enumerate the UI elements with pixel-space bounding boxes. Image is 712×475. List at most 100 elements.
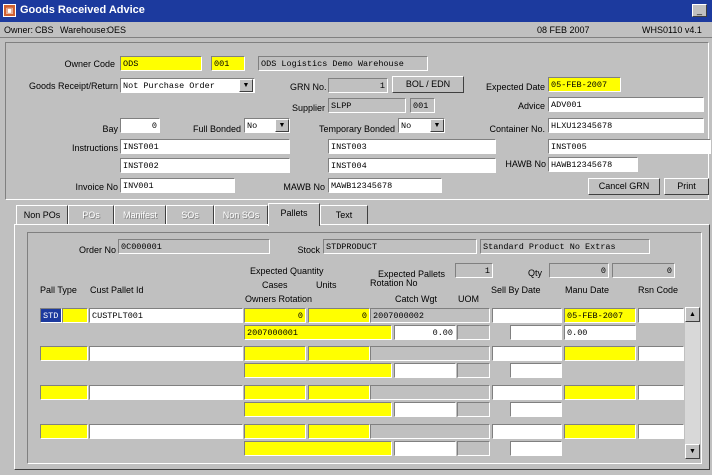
full-bonded-value: No <box>247 121 258 131</box>
catch-wgt-field[interactable] <box>394 402 456 417</box>
units-label: Units <box>316 280 337 290</box>
units-field[interactable] <box>308 424 370 439</box>
catch-wgt-field[interactable]: 0.00 <box>394 325 456 340</box>
cases-field[interactable] <box>244 385 306 400</box>
owner-code-label: Owner Code <box>64 59 115 69</box>
instructions-field-1[interactable]: INST001 <box>120 139 290 154</box>
extra-weight-field[interactable]: 0.00 <box>564 325 636 340</box>
pall-type-field[interactable]: STD <box>40 308 62 323</box>
cust-pallet-id-field[interactable] <box>89 424 243 439</box>
warehouse-info-value: OES <box>107 25 127 35</box>
sell-by-date-field[interactable] <box>492 385 562 400</box>
units-field[interactable] <box>308 385 370 400</box>
chevron-down-icon[interactable]: ▼ <box>239 79 253 92</box>
cases-field[interactable] <box>244 346 306 361</box>
scroll-up-icon[interactable]: ▲ <box>685 307 700 322</box>
owner-info-label: Owner: <box>4 25 34 35</box>
chevron-down-icon[interactable]: ▼ <box>430 119 444 132</box>
receipt-return-label: Goods Receipt/Return <box>28 81 118 91</box>
instructions-field-2[interactable]: INST003 <box>328 139 496 154</box>
tab-non-pos[interactable]: Non POs <box>16 205 68 225</box>
expected-date-field[interactable]: 05-FEB-2007 <box>548 77 621 92</box>
receipt-return-select[interactable]: Not Purchase Order <box>120 78 255 93</box>
tab-non-sos: Non SOs <box>214 205 268 225</box>
hawb-field[interactable]: HAWB12345678 <box>548 157 638 172</box>
cust-pallet-id-field[interactable] <box>89 385 243 400</box>
extra-field[interactable] <box>510 402 562 417</box>
units-field[interactable] <box>308 346 370 361</box>
hawb-label: HAWB No <box>505 159 546 169</box>
sell-by-date-field[interactable] <box>492 346 562 361</box>
expected-quantity-label: Expected Quantity <box>250 266 324 276</box>
cancel-grn-button[interactable]: Cancel GRN <box>588 178 660 195</box>
print-button[interactable]: Print <box>664 178 709 195</box>
owners-rotation-field[interactable] <box>244 441 392 456</box>
pall-type-extra-field[interactable] <box>62 308 88 323</box>
owner-code-suffix-field[interactable]: 001 <box>211 56 245 71</box>
cust-pallet-id-label: Cust Pallet Id <box>90 285 144 295</box>
invoice-no-field[interactable]: INV001 <box>120 178 235 193</box>
extra-field[interactable] <box>510 325 562 340</box>
manu-date-field[interactable] <box>564 346 636 361</box>
owner-code-field[interactable]: ODS <box>120 56 202 71</box>
units-field[interactable]: 0 <box>308 308 370 323</box>
owners-rotation-field[interactable] <box>244 363 392 378</box>
instructions-field-4[interactable]: INST002 <box>120 158 290 173</box>
advice-field[interactable]: ADV001 <box>548 97 704 112</box>
uom-field <box>457 441 490 456</box>
uom-field <box>457 402 490 417</box>
sell-by-date-label: Sell By Date <box>491 285 541 295</box>
rsn-code-field[interactable] <box>638 346 684 361</box>
bay-field[interactable]: 0 <box>120 118 160 133</box>
bay-label: Bay <box>102 124 118 134</box>
rotation-no-label: Rotation No <box>370 278 418 288</box>
sell-by-date-field[interactable] <box>492 424 562 439</box>
manu-date-field[interactable]: 05-FEB-2007 <box>564 308 636 323</box>
tab-pallets[interactable]: Pallets <box>268 203 320 226</box>
extra-field[interactable] <box>510 441 562 456</box>
cases-field[interactable]: 0 <box>244 308 306 323</box>
pall-type-field[interactable] <box>40 424 88 439</box>
bol-edn-button[interactable]: BOL / EDN <box>392 76 464 93</box>
order-no-label: Order No <box>78 245 116 255</box>
catch-wgt-field[interactable] <box>394 363 456 378</box>
expected-pallets-field: 1 <box>455 263 493 278</box>
owner-info-value: CBS <box>35 25 54 35</box>
tab-text[interactable]: Text <box>320 205 368 225</box>
chevron-down-icon[interactable]: ▼ <box>275 119 289 132</box>
instructions-field-5[interactable]: INST004 <box>328 158 496 173</box>
extra-field[interactable] <box>510 363 562 378</box>
manu-date-field[interactable] <box>564 385 636 400</box>
order-no-field: 0C000001 <box>118 239 270 254</box>
cases-field[interactable] <box>244 424 306 439</box>
pall-type-field[interactable] <box>40 385 88 400</box>
stock-field: STDPRODUCT <box>323 239 477 254</box>
manu-date-field[interactable] <box>564 424 636 439</box>
rsn-code-field[interactable] <box>638 385 684 400</box>
instructions-field-3[interactable]: INST005 <box>548 139 711 154</box>
rsn-code-field[interactable] <box>638 308 684 323</box>
rotation-no-field <box>370 346 490 361</box>
mawb-field[interactable]: MAWB12345678 <box>328 178 442 193</box>
cust-pallet-id-field[interactable] <box>89 346 243 361</box>
sell-by-date-field[interactable] <box>492 308 562 323</box>
grn-field: 1 <box>328 78 388 93</box>
minimize-button[interactable]: _ <box>692 4 707 17</box>
catch-wgt-field[interactable] <box>394 441 456 456</box>
cases-label: Cases <box>262 280 288 290</box>
pall-type-field[interactable] <box>40 346 88 361</box>
manu-date-label: Manu Date <box>565 285 610 295</box>
scroll-down-icon[interactable]: ▼ <box>685 444 700 459</box>
rotation-no-field: 2007000002 <box>370 308 490 323</box>
container-no-field[interactable]: HLXU12345678 <box>548 118 704 133</box>
rsn-code-field[interactable] <box>638 424 684 439</box>
cust-pallet-id-field[interactable]: CUSTPLT001 <box>89 308 243 323</box>
invoice-no-label: Invoice No <box>75 182 118 192</box>
rotation-no-field <box>370 385 490 400</box>
owners-rotation-field[interactable]: 2007000001 <box>244 325 392 340</box>
owners-rotation-field[interactable] <box>244 402 392 417</box>
uom-label: UOM <box>458 294 479 304</box>
warehouse-info-label: Warehouse: <box>60 25 109 35</box>
temporary-bonded-value: No <box>401 121 412 131</box>
vertical-scrollbar[interactable]: ▲ ▼ <box>685 307 700 459</box>
